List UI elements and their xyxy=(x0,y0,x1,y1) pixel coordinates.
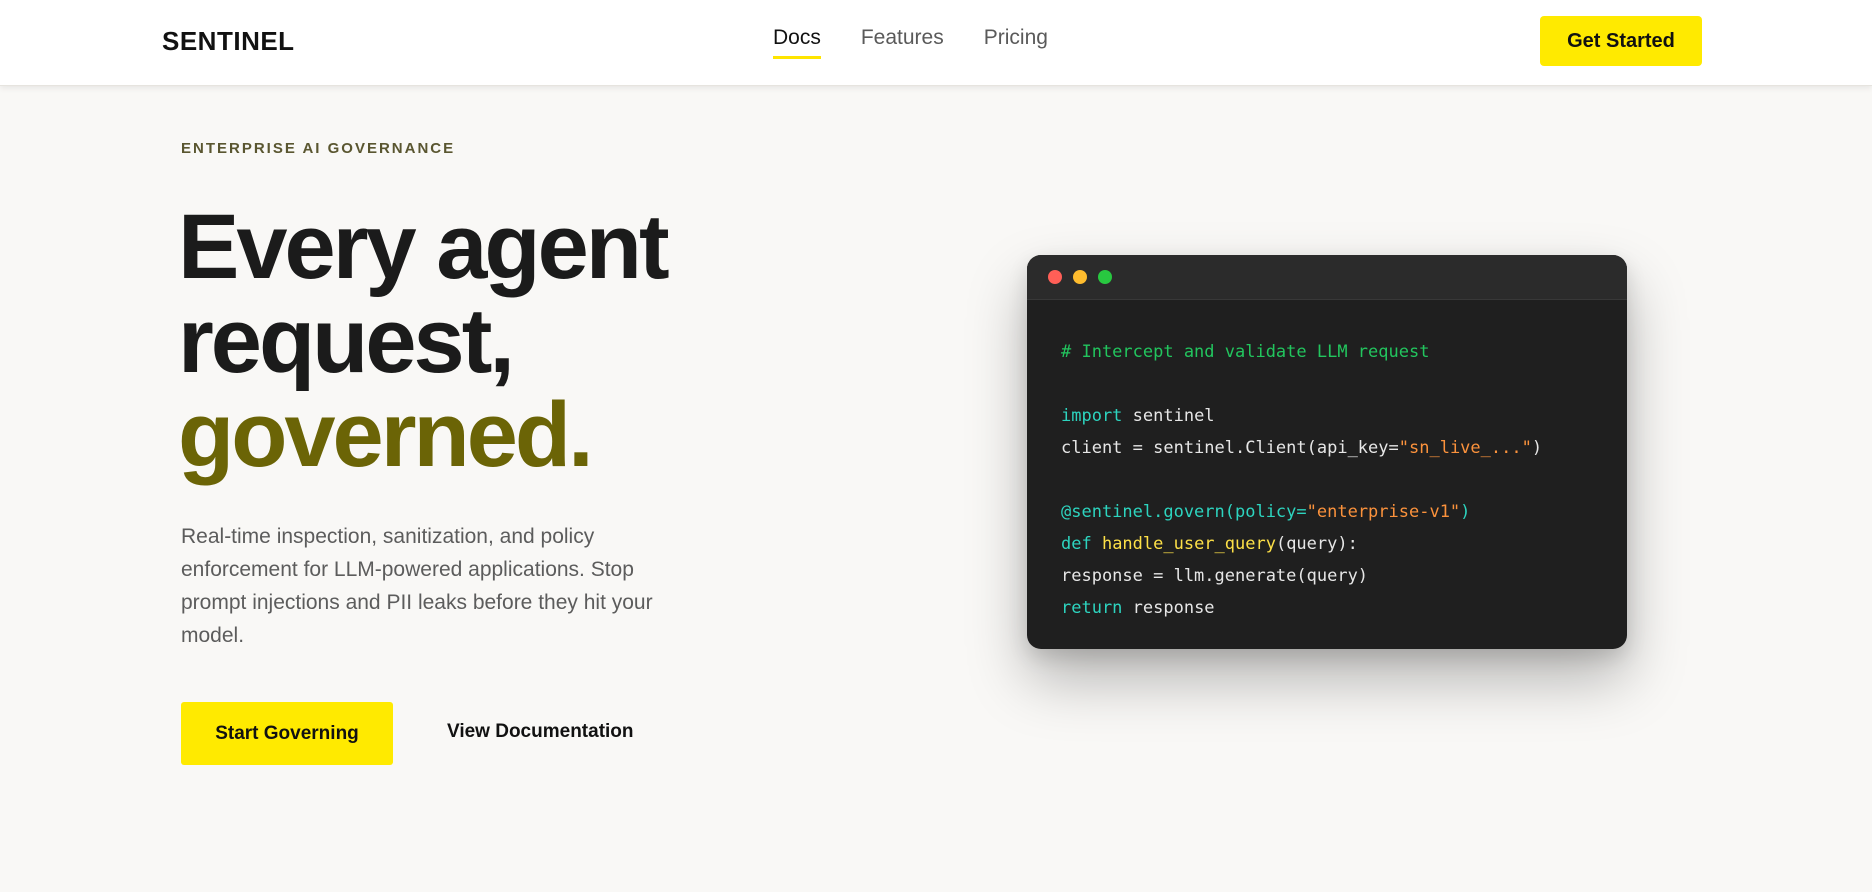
code-return-line: return response xyxy=(1061,592,1593,624)
maximize-dot-icon xyxy=(1098,270,1112,284)
code-decorator-str: "enterprise-v1" xyxy=(1306,502,1461,522)
nav-link-pricing[interactable]: Pricing xyxy=(984,26,1048,59)
nav-links: Docs Features Pricing xyxy=(773,26,1048,59)
headline-line-1: Every agent xyxy=(178,196,670,298)
code-def-name: handle_user_query xyxy=(1091,534,1276,554)
code-def-args: (query): xyxy=(1275,534,1358,554)
hero-subcopy: Real-time inspection, sanitization, and … xyxy=(181,525,653,647)
brand-logo[interactable]: SENTINEL xyxy=(162,26,295,57)
code-response-line: response = llm.generate(query) xyxy=(1061,566,1369,586)
code-blank xyxy=(1061,464,1593,496)
code-comment: # Intercept and validate LLM request xyxy=(1061,342,1430,362)
get-started-button[interactable]: Get Started xyxy=(1540,16,1702,66)
code-decorator-post: ) xyxy=(1460,502,1471,522)
start-governing-button[interactable]: Start Governing xyxy=(181,702,393,765)
code-import-mod: sentinel xyxy=(1122,406,1215,426)
code-blank xyxy=(1061,368,1593,400)
headline-accent: governed. xyxy=(178,384,594,486)
code-return-kw: return xyxy=(1061,598,1123,618)
code-client-pre: client = sentinel.Client(api_key= xyxy=(1061,438,1399,458)
code-def-kw: def xyxy=(1061,534,1092,554)
code-client-post: ) xyxy=(1531,438,1543,458)
code-def-line: def handle_user_query(query): xyxy=(1061,528,1593,560)
headline-line-2: request, xyxy=(178,290,515,392)
code-decorator-line: @sentinel.govern(policy="enterprise-v1") xyxy=(1061,496,1593,528)
code-window-titlebar xyxy=(1027,255,1627,300)
code-block: # Intercept and validate LLM request impo… xyxy=(1027,300,1627,649)
nav-link-docs[interactable]: Docs xyxy=(773,26,821,59)
code-import-kw: import xyxy=(1061,406,1123,426)
hero-headline: Every agent request, governed. xyxy=(178,196,670,486)
code-window: # Intercept and validate LLM request impo… xyxy=(1027,255,1627,649)
top-nav: SENTINEL Docs Features Pricing Get Start… xyxy=(0,0,1872,86)
nav-link-features[interactable]: Features xyxy=(861,26,944,59)
code-client-str: "sn_live_..." xyxy=(1398,438,1532,458)
code-import-line: import sentinel xyxy=(1061,400,1593,432)
code-return-val: response xyxy=(1122,598,1215,618)
code-decorator-pre: @sentinel.govern(policy= xyxy=(1061,502,1307,522)
hero-eyebrow: ENTERPRISE AI GOVERNANCE xyxy=(181,140,456,157)
close-dot-icon xyxy=(1048,270,1062,284)
code-client-line: client = sentinel.Client(api_key="sn_liv… xyxy=(1061,432,1593,464)
minimize-dot-icon xyxy=(1073,270,1087,284)
view-documentation-link[interactable]: View Documentation xyxy=(447,721,634,743)
